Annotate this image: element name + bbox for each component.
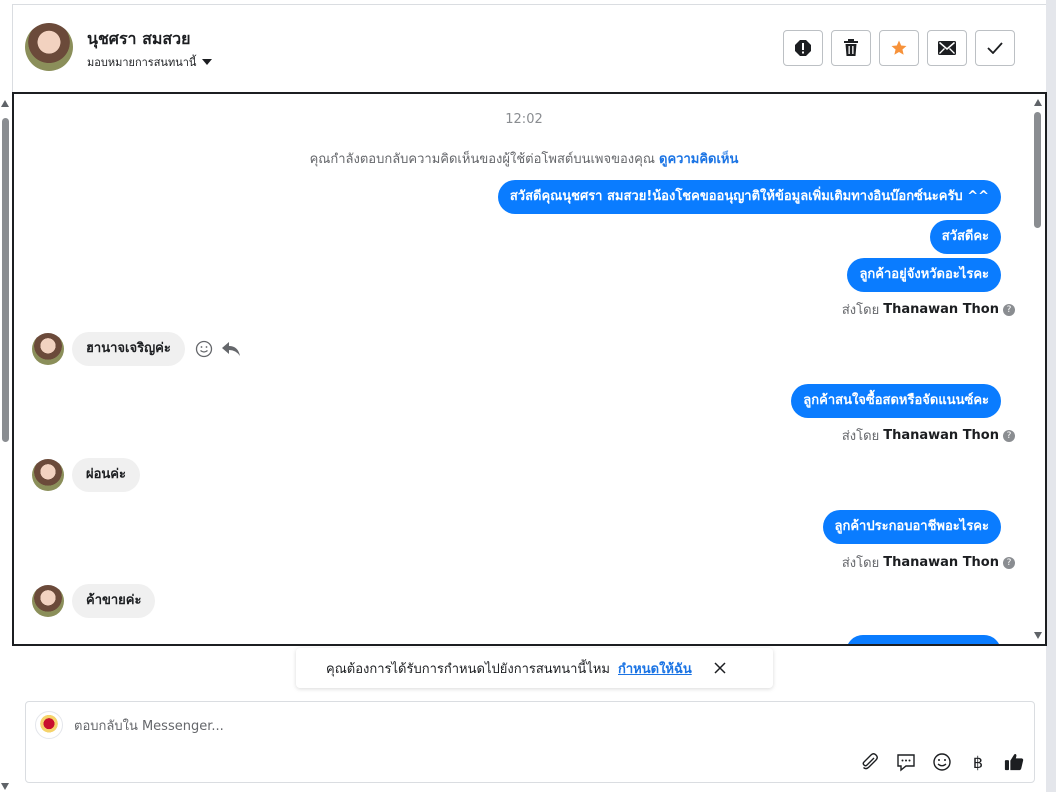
avatar[interactable] <box>32 333 64 365</box>
star-icon <box>891 40 907 55</box>
delete-button[interactable] <box>831 30 871 66</box>
sent-by-label: ส่งโดย Thanawan Thon ? <box>842 552 1015 573</box>
help-icon[interactable]: ? <box>1003 429 1015 442</box>
reply-context-note: คุณกำลังตอบกลับความคิดเห็นของผู้ใช้ต่อโพ… <box>14 148 1034 169</box>
close-icon[interactable] <box>714 662 726 674</box>
reply-icon[interactable] <box>221 341 241 357</box>
avatar[interactable] <box>32 459 64 491</box>
outgoing-message[interactable]: สวัสดีคะ <box>929 220 1001 254</box>
reply-note-text: คุณกำลังตอบกลับความคิดเห็นของผู้ใช้ต่อโพ… <box>309 152 655 167</box>
incoming-message-row: ผ่อนค่ะ <box>32 458 140 492</box>
mark-unread-button[interactable] <box>927 30 967 66</box>
assign-prompt-text: คุณต้องการได้รับการกำหนดไปยังการสนทนานี้… <box>326 661 610 677</box>
scroll-up-arrow-icon[interactable] <box>1 100 9 107</box>
thread-scrollbar[interactable] <box>1031 94 1045 644</box>
incoming-message[interactable]: ฮานาจเจริญค่ะ <box>72 332 185 366</box>
reply-composer: ฿ <box>25 701 1035 783</box>
scrollbar-thumb[interactable] <box>1034 112 1041 228</box>
baht-icon: ฿ <box>972 752 984 772</box>
like-icon <box>1004 754 1024 771</box>
caret-down-icon <box>202 59 213 65</box>
sent-by-prefix: ส่งโดย <box>841 556 880 571</box>
saved-reply-button[interactable] <box>896 752 916 772</box>
sent-by-label: ส่งโดย Thanawan Thon ? <box>842 299 1015 320</box>
reply-input[interactable] <box>74 716 774 736</box>
scroll-down-arrow-icon[interactable] <box>1034 632 1042 639</box>
sent-by-name: Thanawan Thon <box>883 428 999 443</box>
saved-reply-icon <box>897 754 915 772</box>
messenger-inbox: นุชศรา สมสวย มอบหมายการสนทนานี้ 12:02 คุ… <box>0 0 1056 792</box>
report-icon <box>795 40 811 56</box>
assign-prompt: คุณต้องการได้รับการกำหนดไปยังการสนทนานี้… <box>296 648 773 688</box>
outgoing-message[interactable]: ลูกค้าอยู่จังหวัดอะไรคะ <box>847 258 1001 292</box>
payment-button[interactable]: ฿ <box>968 752 988 772</box>
outgoing-message[interactable]: ลูกค้าสนใจซื้อสดหรือจัดแนนซ์คะ <box>791 384 1001 418</box>
assign-label: มอบหมายการสนทนานี้ <box>87 56 197 69</box>
scrollbar-thumb[interactable] <box>2 118 9 442</box>
star-button[interactable] <box>879 30 919 66</box>
mail-icon <box>938 41 956 55</box>
star-shape <box>891 40 907 55</box>
sent-by-prefix: ส่งโดย <box>841 429 880 444</box>
sent-by-label: ส่งโดย Thanawan Thon ? <box>842 425 1015 446</box>
incoming-message[interactable]: ผ่อนค่ะ <box>72 458 140 492</box>
sent-by-name: Thanawan Thon <box>883 302 999 317</box>
report-spam-button[interactable] <box>783 30 823 66</box>
message-thread[interactable]: 12:02 คุณกำลังตอบกลับความคิดเห็นของผู้ใช… <box>12 92 1047 646</box>
emoji-icon <box>933 753 951 771</box>
paperclip-icon <box>862 753 878 770</box>
window-edge <box>1046 0 1056 792</box>
incoming-message[interactable]: ค้าขายค่ะ <box>72 584 156 618</box>
avatar[interactable] <box>25 23 73 71</box>
conversation-header: นุชศรา สมสวย มอบหมายการสนทนานี้ <box>13 5 1046 91</box>
help-icon[interactable]: ? <box>1003 556 1015 569</box>
assign-to-me-link[interactable]: กำหนดให้ฉัน <box>618 658 692 679</box>
timestamp: 12:02 <box>505 112 543 127</box>
incoming-message-row: ค้าขายค่ะ <box>32 584 156 618</box>
avatar[interactable] <box>32 585 64 617</box>
sent-by-prefix: ส่งโดย <box>841 303 880 318</box>
react-emoji-icon[interactable] <box>195 340 213 358</box>
sent-by-name: Thanawan Thon <box>883 555 999 570</box>
like-button[interactable] <box>1004 752 1024 772</box>
outgoing-message-partial[interactable] <box>846 635 1001 644</box>
contact-name[interactable]: นุชศรา สมสวย <box>87 27 191 52</box>
message-tools <box>195 340 241 358</box>
page-avatar <box>35 711 63 739</box>
outgoing-message[interactable]: สวัสดีคุณนุชศรา สมสวย!น้องโชคขออนุญาติให… <box>497 180 1001 214</box>
page-scrollbar[interactable] <box>0 90 12 792</box>
mark-done-button[interactable] <box>975 30 1015 66</box>
scroll-up-arrow-icon[interactable] <box>1034 99 1042 106</box>
emoji-button[interactable] <box>932 752 952 772</box>
composer-tools: ฿ <box>860 752 1024 772</box>
trash-icon <box>844 39 858 56</box>
scroll-down-arrow-icon[interactable] <box>1 783 9 790</box>
outgoing-message[interactable]: ลูกค้าประกอบอาชีพอะไรคะ <box>822 510 1001 544</box>
view-comment-link[interactable]: ดูความคิดเห็น <box>659 152 738 167</box>
help-icon[interactable]: ? <box>1003 303 1015 316</box>
attach-file-button[interactable] <box>860 752 880 772</box>
incoming-message-row: ฮานาจเจริญค่ะ <box>32 332 241 366</box>
check-icon <box>987 42 1003 54</box>
assign-dropdown[interactable]: มอบหมายการสนทนานี้ <box>87 53 213 71</box>
header-actions <box>783 30 1015 66</box>
